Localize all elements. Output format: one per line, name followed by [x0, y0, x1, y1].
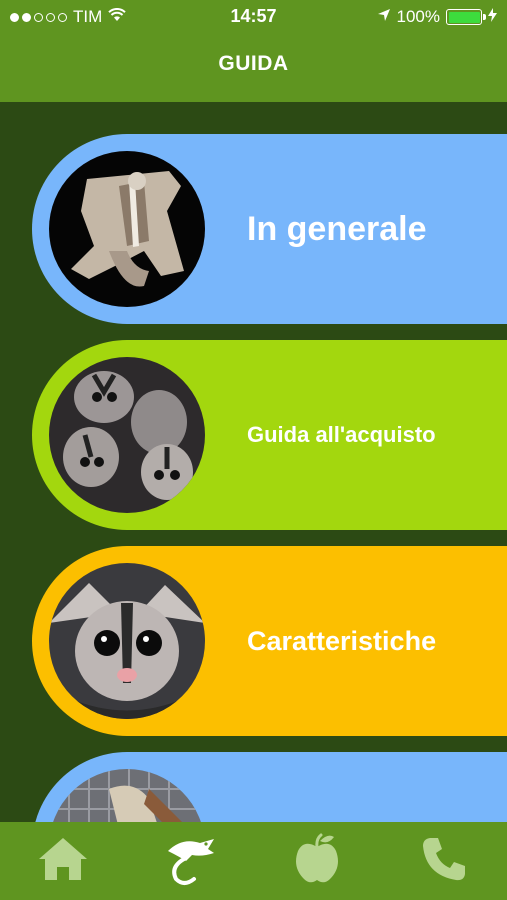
status-right: 100%	[377, 7, 497, 27]
charging-bolt-icon	[488, 7, 497, 27]
tab-alimentazione[interactable]	[282, 826, 352, 896]
home-icon	[37, 835, 89, 888]
glider-icon	[162, 831, 218, 892]
battery-icon	[446, 9, 486, 25]
tab-home[interactable]	[28, 826, 98, 896]
tab-contatti[interactable]	[409, 826, 479, 896]
tab-bar	[0, 822, 507, 900]
glider-photo-cage	[49, 769, 205, 822]
glider-photo-group	[49, 357, 205, 513]
card-caratteristiche[interactable]: Caratteristiche	[32, 546, 507, 736]
card-guida-acquisto[interactable]: Guida all'acquisto	[32, 340, 507, 530]
guide-list[interactable]: In generale Guida all'acquisto Caratteri…	[0, 102, 507, 822]
tab-guida[interactable]	[155, 826, 225, 896]
card-label: Guida all'acquisto	[247, 422, 436, 447]
location-arrow-icon	[377, 7, 391, 27]
top-bar: TIM 14:57 100% GUIDA	[0, 0, 507, 102]
card-partial[interactable]	[32, 752, 507, 822]
glider-photo-flying	[49, 151, 205, 307]
status-bar: TIM 14:57 100%	[0, 0, 507, 34]
glider-photo-face	[49, 563, 205, 719]
apple-icon	[294, 833, 340, 890]
phone-icon	[420, 835, 468, 888]
page-title: GUIDA	[218, 52, 289, 75]
card-label: In generale	[247, 209, 427, 248]
card-in-generale[interactable]: In generale	[32, 134, 507, 324]
battery-percent: 100%	[396, 7, 440, 26]
card-label: Caratteristiche	[247, 625, 437, 656]
